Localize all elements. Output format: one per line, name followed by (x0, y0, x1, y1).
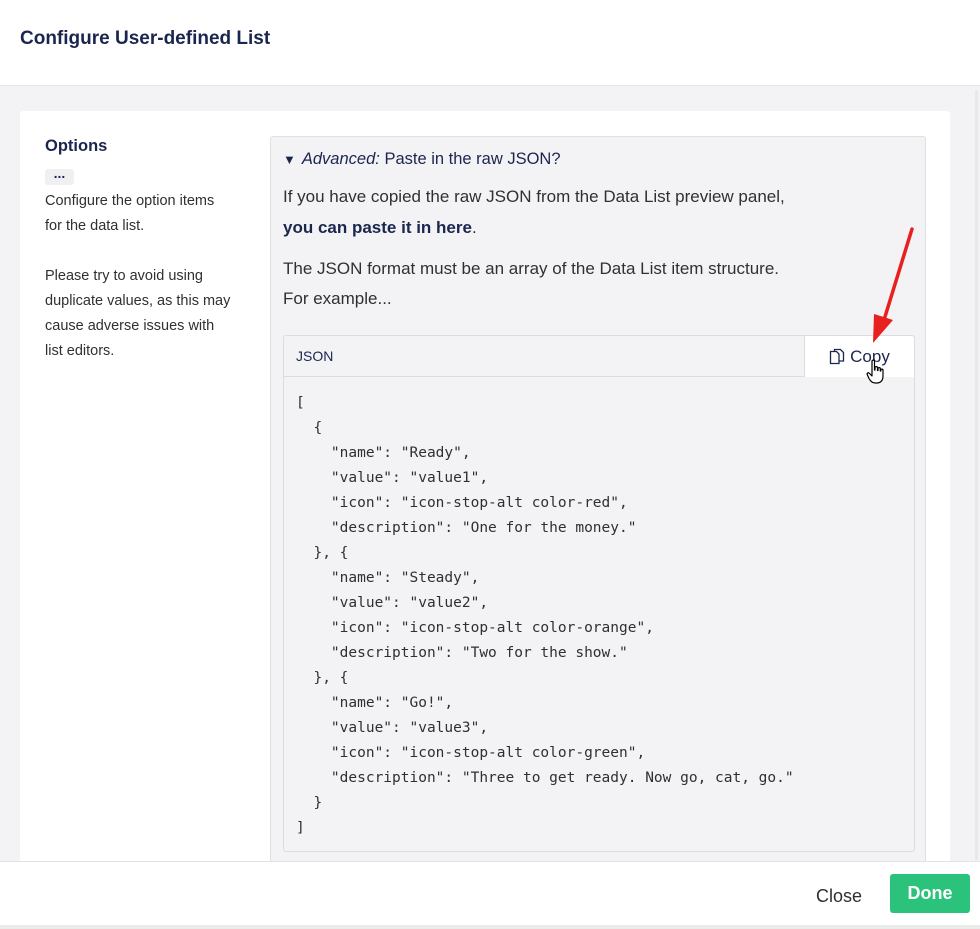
advanced-details: ▼ Advanced: Paste in the raw JSON? If you… (270, 136, 926, 871)
property-label: Options (45, 137, 108, 155)
code-block-header: JSON Copy (284, 336, 914, 377)
warning-line: list editors. (45, 343, 115, 359)
scrollbar[interactable] (975, 90, 978, 860)
warning-line: duplicate values, as this may (45, 293, 231, 309)
json-code-text[interactable]: [ { "name": "Ready", "value": "value1", … (296, 391, 794, 841)
close-button[interactable]: Close (800, 878, 878, 914)
format-instructions: The JSON format must be an array of the … (283, 254, 779, 314)
property-description: Configure the option items for the data … (45, 189, 255, 364)
dialog-title: Configure User-defined List (20, 28, 271, 49)
dialog-footer: Close Done (0, 861, 980, 929)
warning-line: cause adverse issues with (45, 318, 215, 334)
paste-instructions: If you have copied the raw JSON from the… (283, 181, 785, 243)
triangle-down-icon: ▼ (283, 152, 296, 167)
paste-instructions-end: . (471, 218, 477, 237)
done-button[interactable]: Done (890, 874, 970, 913)
json-code-block: JSON Copy [ { "name": "Ready", "value": … (283, 335, 915, 852)
code-language-label: JSON (296, 348, 334, 364)
warning-line: Please try to avoid using (45, 268, 203, 284)
hand-pointer-icon (866, 359, 884, 384)
window-bottom-edge (0, 925, 980, 929)
property-panel: Options ... Configure the option items f… (20, 111, 950, 871)
description-line: for the data list. (45, 218, 145, 234)
advanced-summary-text: Paste in the raw JSON? (379, 150, 561, 168)
advanced-summary-prefix: Advanced: (301, 150, 380, 168)
copy-button[interactable]: Copy (804, 336, 914, 377)
paste-instructions-bold: you can paste it in here (283, 218, 472, 237)
copy-icon (829, 348, 845, 365)
paste-instructions-line: If you have copied the raw JSON from the… (283, 187, 785, 206)
description-line: Configure the option items (45, 193, 215, 209)
format-example-line: For example... (283, 289, 392, 308)
more-actions-button[interactable]: ... (45, 166, 74, 185)
format-instructions-line: The JSON format must be an array of the … (283, 259, 780, 278)
advanced-summary-toggle[interactable]: ▼ Advanced: Paste in the raw JSON? (283, 150, 561, 169)
dialog-header: Configure User-defined List (0, 0, 980, 86)
